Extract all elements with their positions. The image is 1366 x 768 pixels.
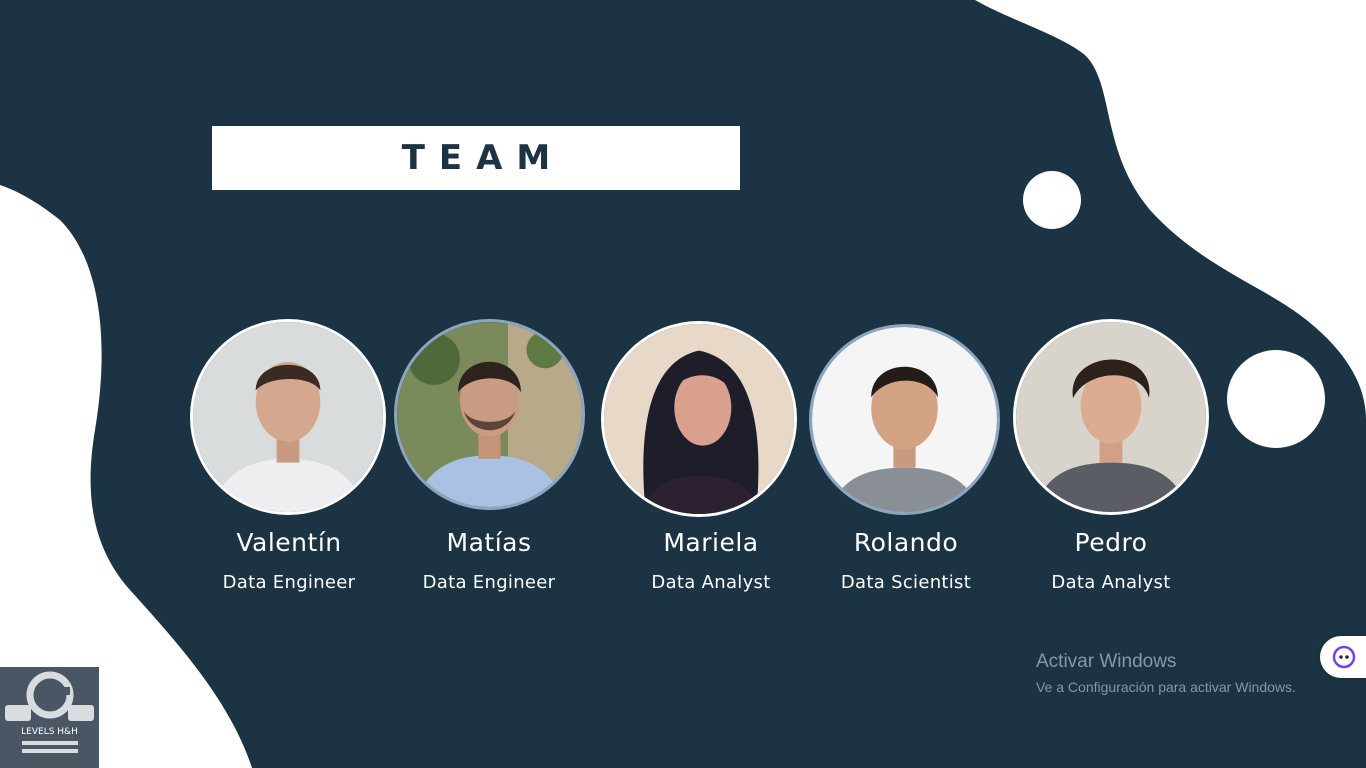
member-name: Pedro bbox=[1074, 528, 1148, 557]
slide-canvas: TEAM Valentín Data Engineer Matías Data … bbox=[0, 0, 1366, 768]
member-name: Matías bbox=[446, 528, 532, 557]
person-photo bbox=[1016, 322, 1206, 512]
levels-logo-icon bbox=[5, 671, 94, 721]
member-role: Data Engineer bbox=[422, 572, 556, 593]
avatar-valentin bbox=[190, 319, 386, 515]
person-photo bbox=[397, 322, 582, 507]
member-role: Data Analyst bbox=[651, 572, 771, 593]
page-title: TEAM bbox=[401, 138, 565, 178]
levels-logo: LEVELS H&H bbox=[0, 667, 99, 768]
member-role: Data Scientist bbox=[840, 572, 972, 593]
logo-label: LEVELS H&H bbox=[21, 727, 78, 737]
member-name: Valentín bbox=[236, 528, 342, 557]
activation-title: Activar Windows bbox=[1036, 651, 1177, 672]
person-photo bbox=[604, 324, 794, 514]
title-box: TEAM bbox=[212, 126, 740, 190]
member-name: Mariela bbox=[663, 528, 759, 557]
avatar-matias bbox=[394, 319, 585, 510]
avatar-mariela bbox=[601, 321, 797, 517]
person-photo bbox=[193, 322, 383, 512]
assistant-widget-button[interactable] bbox=[1320, 636, 1366, 678]
assistant-face-icon bbox=[1332, 645, 1356, 669]
member-role: Data Analyst bbox=[1051, 572, 1171, 593]
avatar-rolando bbox=[809, 324, 1000, 515]
person-photo bbox=[812, 327, 997, 512]
activation-subtitle: Ve a Configuración para activar Windows. bbox=[1036, 679, 1296, 695]
logo-bar bbox=[22, 749, 78, 753]
decor-circle-large bbox=[1227, 350, 1325, 448]
windows-activation-watermark: Activar Windows Ve a Configuración para … bbox=[1036, 651, 1296, 695]
logo-bar bbox=[22, 741, 78, 745]
avatar-pedro bbox=[1013, 319, 1209, 515]
member-role: Data Engineer bbox=[222, 572, 356, 593]
member-name: Rolando bbox=[853, 528, 959, 557]
decor-circle-small bbox=[1023, 171, 1081, 229]
